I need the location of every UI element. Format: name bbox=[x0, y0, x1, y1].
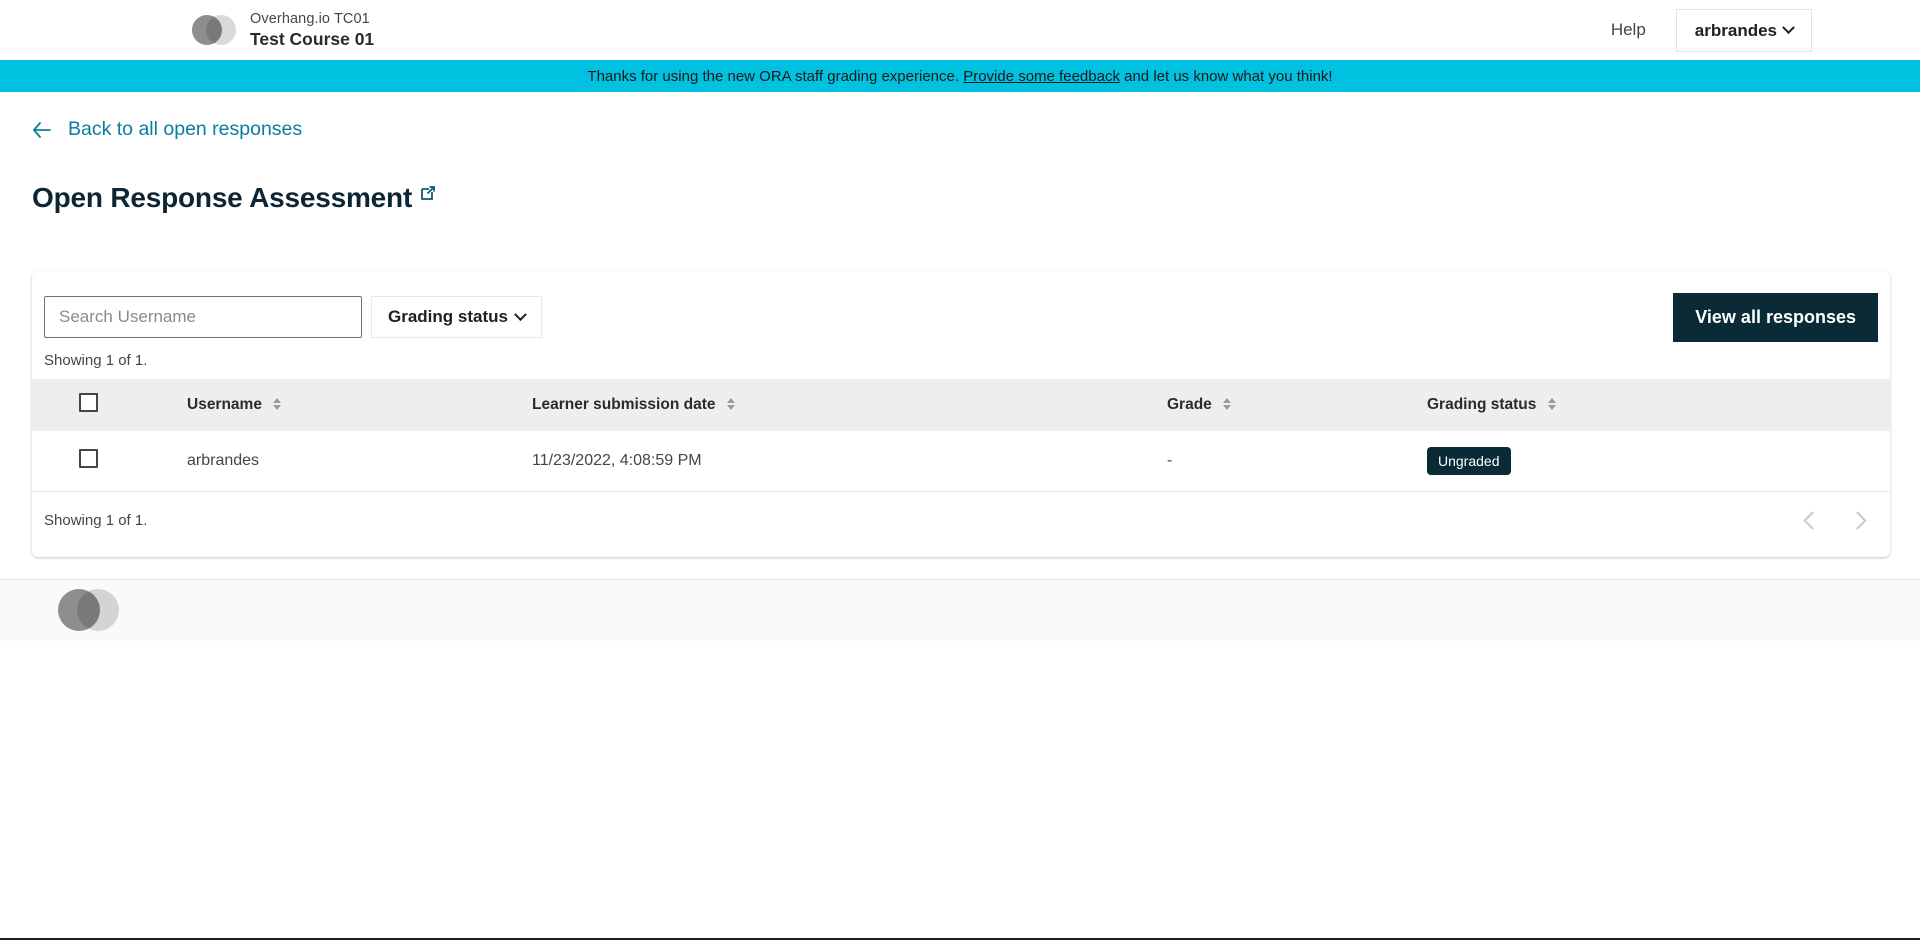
chevron-right-icon bbox=[1848, 511, 1866, 529]
cell-grading-status: Ungraded bbox=[1427, 431, 1890, 492]
column-header-grading-status[interactable]: Grading status bbox=[1427, 379, 1890, 431]
row-select-cell bbox=[32, 431, 187, 492]
sort-username-icon[interactable] bbox=[273, 398, 281, 410]
help-link[interactable]: Help bbox=[1597, 12, 1660, 48]
breadcrumb: Back to all open responses bbox=[32, 92, 1888, 141]
feedback-banner: Thanks for using the new ORA staff gradi… bbox=[0, 60, 1920, 92]
overlapping-circles-logo-icon bbox=[192, 15, 236, 45]
chevron-down-icon bbox=[514, 308, 527, 321]
site-footer bbox=[0, 579, 1920, 641]
external-link-icon[interactable] bbox=[418, 183, 438, 203]
column-label-grading-status: Grading status bbox=[1427, 396, 1536, 413]
cell-grade: - bbox=[1167, 431, 1427, 492]
brand-block[interactable]: Overhang.io TC01 Test Course 01 bbox=[192, 11, 374, 50]
arrow-left-icon[interactable] bbox=[32, 122, 52, 138]
showing-count-bottom: Showing 1 of 1. bbox=[44, 512, 147, 529]
status-badge: Ungraded bbox=[1427, 447, 1511, 475]
pagination bbox=[1802, 510, 1868, 531]
cell-submission-date: 11/23/2022, 4:08:59 PM bbox=[532, 431, 1167, 492]
sort-grading-status-icon[interactable] bbox=[1548, 398, 1556, 410]
column-header-grade[interactable]: Grade bbox=[1167, 379, 1427, 431]
brand-course-name: Test Course 01 bbox=[250, 29, 374, 49]
select-all-header bbox=[32, 379, 187, 431]
row-select-checkbox[interactable] bbox=[79, 449, 98, 468]
back-to-all-open-responses-link[interactable]: Back to all open responses bbox=[68, 118, 302, 141]
brand-organization: Overhang.io TC01 bbox=[250, 11, 374, 28]
responses-card: Grading status View all responses Showin… bbox=[32, 271, 1890, 557]
chevron-down-icon bbox=[1782, 21, 1795, 34]
overlapping-circles-logo-icon bbox=[58, 589, 118, 631]
user-menu-button[interactable]: arbrandes bbox=[1676, 9, 1812, 52]
provide-feedback-link[interactable]: Provide some feedback bbox=[963, 68, 1120, 85]
column-label-submission-date: Learner submission date bbox=[532, 396, 715, 413]
page-body: Back to all open responses Open Response… bbox=[0, 92, 1920, 557]
select-all-checkbox[interactable] bbox=[79, 393, 98, 412]
banner-text-before: Thanks for using the new ORA staff gradi… bbox=[587, 68, 959, 85]
card-footer: Showing 1 of 1. bbox=[32, 492, 1890, 557]
table-header-row: Username Learner submission date Grade G… bbox=[32, 379, 1890, 431]
column-label-grade: Grade bbox=[1167, 396, 1212, 413]
column-header-submission-date[interactable]: Learner submission date bbox=[532, 379, 1167, 431]
bottom-rule bbox=[0, 938, 1920, 940]
sort-submission-date-icon[interactable] bbox=[727, 398, 735, 410]
cell-username: arbrandes bbox=[187, 431, 532, 492]
grading-status-filter-button[interactable]: Grading status bbox=[371, 296, 542, 338]
table-row[interactable]: arbrandes 11/23/2022, 4:08:59 PM - Ungra… bbox=[32, 431, 1890, 492]
chevron-left-icon bbox=[1803, 511, 1821, 529]
user-menu-label: arbrandes bbox=[1695, 22, 1777, 39]
column-label-username: Username bbox=[187, 396, 262, 413]
showing-count-top: Showing 1 of 1. bbox=[32, 342, 1890, 379]
responses-table: Username Learner submission date Grade G… bbox=[32, 379, 1890, 492]
grading-status-filter-label: Grading status bbox=[388, 307, 508, 327]
view-all-responses-button[interactable]: View all responses bbox=[1673, 293, 1878, 342]
pagination-previous-button[interactable] bbox=[1802, 510, 1823, 531]
search-username-input[interactable] bbox=[44, 296, 362, 338]
pagination-next-button[interactable] bbox=[1847, 510, 1868, 531]
card-toolbar: Grading status View all responses bbox=[32, 271, 1890, 342]
sort-grade-icon[interactable] bbox=[1223, 398, 1231, 410]
column-header-username[interactable]: Username bbox=[187, 379, 532, 431]
site-header: Overhang.io TC01 Test Course 01 Help arb… bbox=[0, 0, 1920, 60]
banner-text-after: and let us know what you think! bbox=[1124, 68, 1332, 85]
page-title: Open Response Assessment bbox=[32, 182, 412, 214]
